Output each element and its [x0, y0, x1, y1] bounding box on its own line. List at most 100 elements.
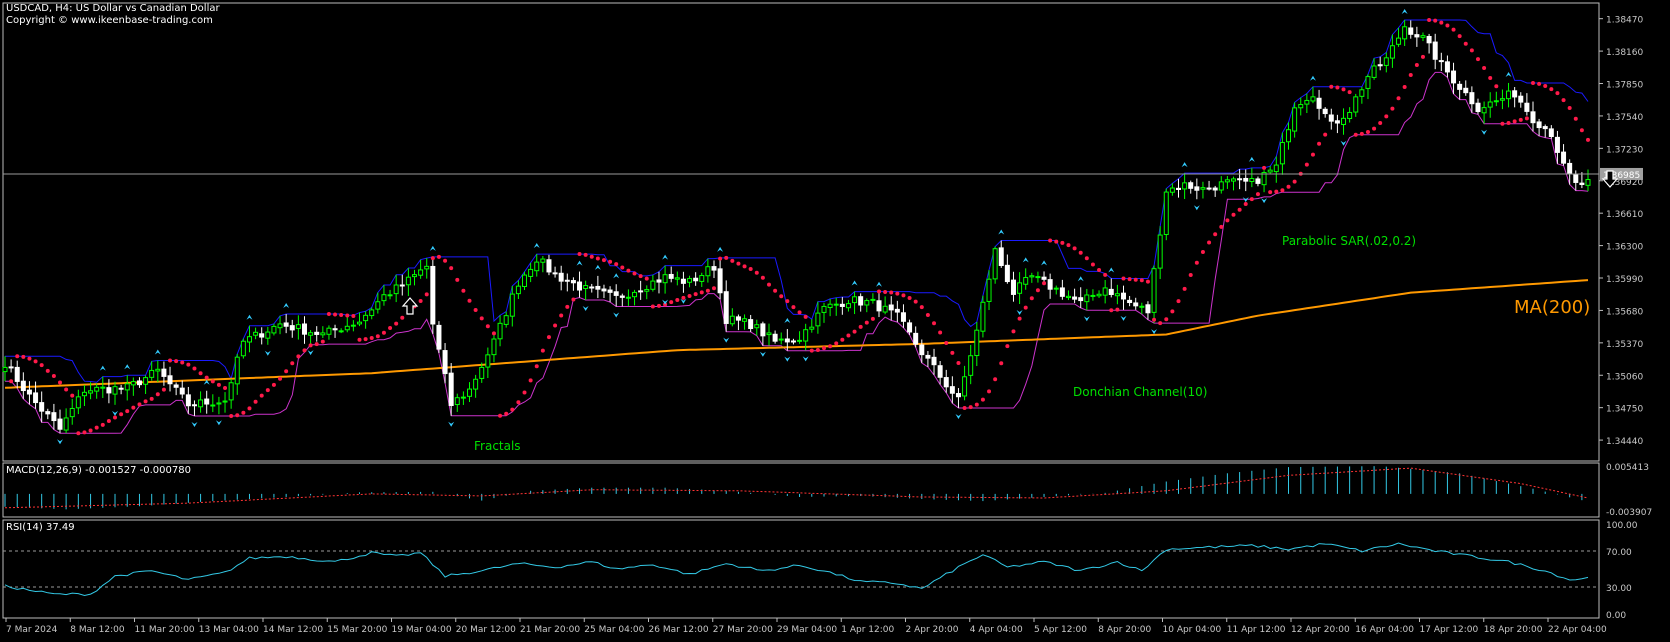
sar-dot	[461, 288, 466, 293]
sar-dot	[1066, 243, 1071, 248]
candle-body	[992, 248, 998, 280]
candle-body	[503, 315, 509, 325]
fractals-label: Fractals	[474, 439, 521, 453]
candle-body	[143, 377, 149, 385]
candle-body	[607, 289, 613, 293]
sar-dot	[1469, 48, 1474, 53]
sar-dot	[113, 415, 118, 420]
rsi-tick-label: 70.00	[1606, 548, 1632, 558]
sar-dot	[919, 305, 924, 310]
candle-body	[424, 265, 430, 270]
sar-dot	[241, 410, 246, 415]
sar-dot	[430, 256, 435, 261]
sar-dot	[504, 411, 509, 416]
sar-dot	[119, 412, 124, 417]
sar-dot	[840, 337, 845, 342]
candle-body	[522, 274, 528, 287]
sar-dot	[791, 305, 796, 310]
candle-body	[735, 316, 741, 321]
sar-dot	[1219, 224, 1224, 229]
fractal-down-icon	[723, 337, 730, 343]
sar-dot	[363, 337, 368, 342]
candle-body	[375, 301, 381, 310]
candle-body	[907, 322, 913, 333]
candle-body	[1059, 287, 1065, 297]
time-tick-label: 7 Mar 2024	[6, 625, 58, 635]
candle-body	[998, 247, 1004, 266]
candle-body	[870, 298, 876, 301]
candle-body	[1194, 186, 1200, 191]
candle-body	[1536, 121, 1542, 129]
candle-body	[1359, 89, 1365, 97]
candle-body	[1243, 177, 1249, 182]
sar-dot	[388, 325, 393, 330]
candle-body	[210, 404, 216, 407]
sar-dot	[925, 312, 930, 317]
time-tick-label: 25 Mar 04:00	[584, 625, 644, 635]
sar-dot	[595, 256, 600, 261]
sar-dot	[699, 290, 704, 295]
panel-frame-0	[2, 2, 1600, 462]
sar-dot	[1029, 296, 1034, 301]
candle-body	[167, 375, 173, 385]
candle-body	[51, 412, 57, 422]
fractal-down-icon	[1016, 310, 1023, 316]
sar-dot	[748, 266, 753, 271]
sar-dot	[351, 314, 356, 319]
time-tick-label: 14 Mar 12:00	[263, 625, 323, 635]
sar-dot	[271, 382, 276, 387]
sar-dot	[326, 312, 331, 317]
sar-dot	[1427, 17, 1432, 22]
sar-dot	[473, 307, 478, 312]
candle-body	[81, 391, 87, 397]
candle-body	[1408, 27, 1414, 35]
candle-body	[558, 272, 564, 282]
sar-dot	[449, 266, 454, 271]
sar-dot	[1494, 84, 1499, 89]
candle-body	[308, 332, 314, 336]
sar-dot	[1586, 137, 1590, 142]
sar-dot	[253, 399, 258, 404]
candle-body	[1573, 174, 1579, 183]
candle-body	[913, 332, 919, 345]
candle-body	[674, 277, 680, 280]
sar-dot	[632, 271, 637, 276]
copyright-text: Copyright © www.ikeenbase-trading.com	[6, 15, 213, 26]
candle-body	[1029, 275, 1035, 278]
sar-dot	[742, 264, 747, 269]
sar-dot	[828, 344, 833, 349]
candle-body	[1023, 277, 1029, 285]
sar-dot	[229, 413, 234, 418]
candle-body	[216, 402, 222, 405]
candle-body	[1316, 97, 1322, 109]
candle-body	[1151, 268, 1157, 313]
candle-body	[436, 324, 442, 350]
sar-dot	[1347, 90, 1352, 95]
candle-body	[124, 383, 130, 391]
sar-dot	[1378, 120, 1383, 125]
candle-body	[1481, 107, 1487, 114]
candle-body	[265, 331, 271, 339]
sar-dot	[1488, 76, 1493, 81]
candle-body	[75, 396, 81, 409]
sar-dot	[155, 392, 160, 397]
candle-body	[381, 294, 387, 302]
sar-dot	[785, 299, 790, 304]
sar-dot	[1512, 119, 1517, 124]
sar-dot	[76, 431, 81, 436]
candle-body	[57, 418, 63, 430]
candle-body	[479, 366, 485, 379]
time-tick-label: 15 Mar 20:00	[327, 625, 387, 635]
candle-body	[149, 369, 155, 378]
candle-body	[467, 388, 473, 397]
candle-body	[1548, 128, 1554, 138]
sar-dot	[1170, 309, 1175, 314]
candle-body	[1145, 304, 1151, 314]
candle-body	[69, 407, 75, 418]
candle-body	[833, 303, 839, 306]
candle-body	[283, 322, 289, 327]
candle-body	[1353, 96, 1359, 113]
candle-body	[1402, 26, 1408, 40]
sar-dot	[822, 346, 827, 351]
chart-canvas[interactable]: 1.384701.381601.378501.375401.372301.369…	[0, 0, 1670, 638]
